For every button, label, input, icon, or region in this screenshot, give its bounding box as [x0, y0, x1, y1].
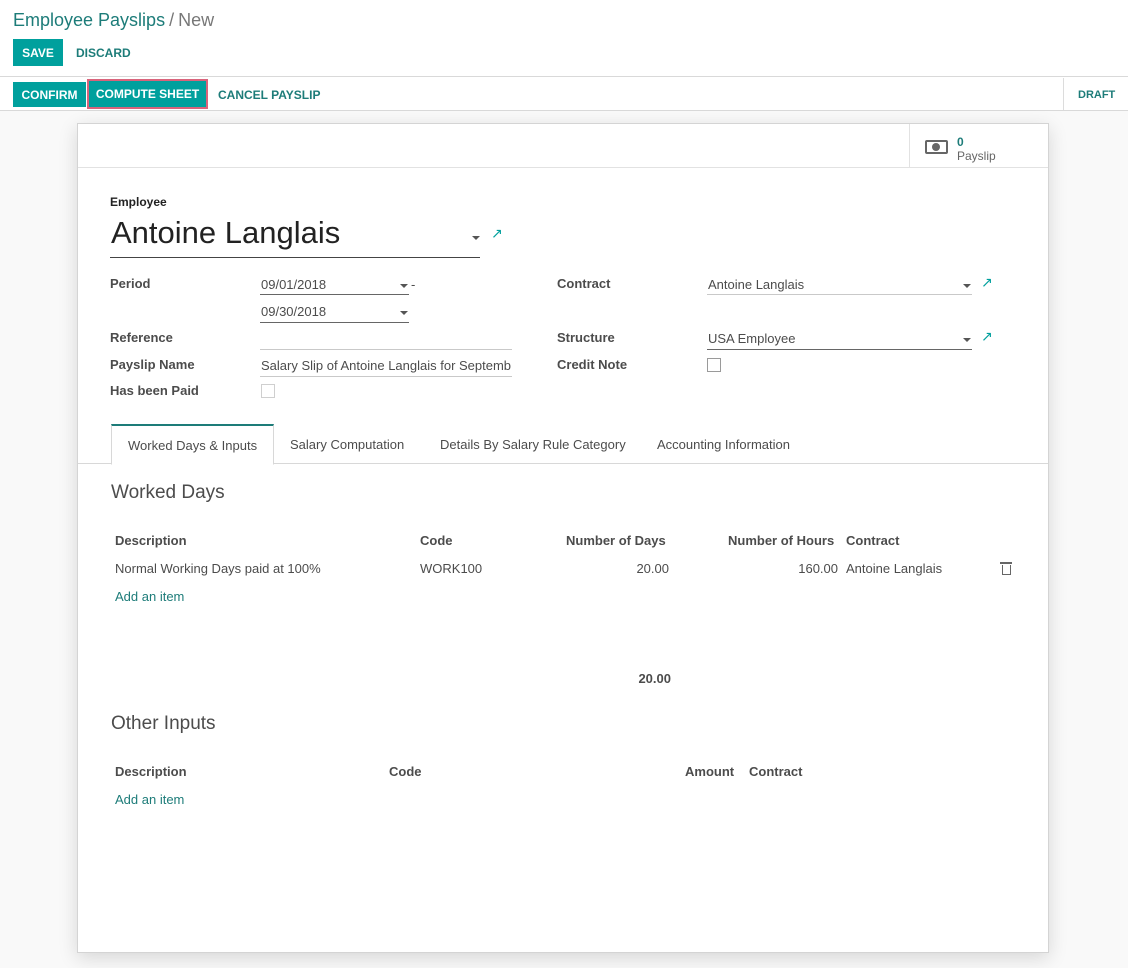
- structure-field[interactable]: USA Employee: [708, 331, 958, 346]
- employee-label: Employee: [110, 195, 167, 209]
- external-link-icon[interactable]: ↗: [981, 328, 993, 345]
- tab-accounting-information[interactable]: Accounting Information: [657, 424, 790, 464]
- column-header-code: Code: [389, 764, 422, 779]
- button-box: 0 Payslip: [78, 124, 1048, 168]
- money-icon: [925, 140, 948, 154]
- date-from-underline: [260, 294, 409, 295]
- status-bar: CONFIRM COMPUTE SHEET CANCEL PAYSLIP DRA…: [0, 78, 1128, 111]
- save-button[interactable]: SAVE: [13, 39, 63, 66]
- row-description: Normal Working Days paid at 100%: [115, 561, 321, 576]
- payslip-count-label: Payslip: [957, 149, 996, 163]
- cancel-payslip-button[interactable]: CANCEL PAYSLIP: [218, 82, 320, 107]
- status-draft[interactable]: DRAFT: [1078, 82, 1115, 107]
- trash-icon[interactable]: [1000, 562, 1012, 575]
- date-to-underline: [260, 322, 409, 323]
- column-header-code: Code: [420, 533, 453, 548]
- control-panel: Employee Payslips / New SAVE DISCARD: [0, 0, 1128, 77]
- structure-underline: [707, 349, 972, 350]
- column-header-contract: Contract: [749, 764, 803, 779]
- other-inputs-title: Other Inputs: [111, 713, 216, 734]
- total-days: 20.00: [638, 671, 671, 686]
- add-other-input-link[interactable]: Add an item: [115, 792, 184, 807]
- date-from-field[interactable]: 09/01/2018: [261, 277, 401, 292]
- payslip-count: 0: [957, 135, 964, 149]
- breadcrumb-current: New: [178, 10, 215, 30]
- column-header-contract: Contract: [846, 533, 900, 548]
- confirm-button[interactable]: CONFIRM: [13, 82, 86, 107]
- structure-label: Structure: [557, 330, 615, 345]
- status-divider: [1063, 78, 1064, 110]
- payslip-name-underline: [260, 376, 512, 377]
- chevron-down-icon[interactable]: [472, 236, 480, 240]
- chevron-down-icon[interactable]: [400, 311, 408, 315]
- contract-label: Contract: [557, 276, 611, 291]
- employee-underline: [110, 257, 480, 258]
- row-hours: 160.00: [798, 561, 838, 576]
- payslip-name-label: Payslip Name: [110, 357, 195, 372]
- column-header-description: Description: [115, 533, 187, 548]
- chevron-down-icon[interactable]: [963, 338, 971, 342]
- payslip-name-field[interactable]: Salary Slip of Antoine Langlais for Sept…: [261, 358, 512, 373]
- row-days: 20.00: [636, 561, 669, 576]
- tab-salary-computation[interactable]: Salary Computation: [290, 424, 404, 464]
- chevron-down-icon[interactable]: [963, 284, 971, 288]
- payslip-smart-button[interactable]: 0 Payslip: [909, 124, 1049, 168]
- chevron-down-icon[interactable]: [400, 284, 408, 288]
- date-separator: -: [411, 277, 416, 292]
- credit-note-label: Credit Note: [557, 357, 628, 372]
- row-code: WORK100: [420, 561, 483, 576]
- breadcrumb: Employee Payslips / New: [13, 10, 214, 31]
- column-header-amount: Amount: [685, 764, 735, 779]
- period-label: Period: [110, 276, 151, 291]
- reference-label: Reference: [110, 330, 173, 345]
- compute-sheet-button[interactable]: COMPUTE SHEET: [87, 79, 208, 109]
- tab-details-by-salary-rule-category[interactable]: Details By Salary Rule Category: [440, 424, 626, 464]
- external-link-icon[interactable]: ↗: [491, 225, 503, 242]
- reference-underline: [260, 349, 512, 350]
- credit-note-checkbox[interactable]: [707, 358, 721, 372]
- employee-field[interactable]: Antoine Langlais: [111, 215, 340, 251]
- add-worked-day-link[interactable]: Add an item: [115, 589, 184, 604]
- breadcrumb-separator: /: [169, 10, 175, 30]
- column-header-number-of-hours: Number of Hours: [728, 533, 835, 548]
- column-header-description: Description: [115, 764, 187, 779]
- worked-days-title: Worked Days: [111, 482, 225, 503]
- row-contract: Antoine Langlais: [846, 561, 943, 576]
- column-header-number-of-days: Number of Days: [566, 533, 666, 548]
- contract-underline: [707, 294, 972, 295]
- date-to-field[interactable]: 09/30/2018: [261, 304, 401, 319]
- has-been-paid-checkbox[interactable]: [261, 384, 275, 398]
- tab-worked-days-inputs[interactable]: Worked Days & Inputs: [111, 424, 275, 465]
- breadcrumb-parent-link[interactable]: Employee Payslips: [13, 10, 165, 30]
- contract-field[interactable]: Antoine Langlais: [708, 277, 958, 292]
- has-been-paid-label: Has been Paid: [110, 383, 199, 398]
- form-sheet: 0 Payslip Employee Antoine Langlais ↗ Pe…: [77, 123, 1049, 953]
- external-link-icon[interactable]: ↗: [981, 274, 993, 291]
- discard-button[interactable]: DISCARD: [76, 39, 131, 66]
- notebook-tabs: Worked Days & Inputs Salary Computation …: [78, 424, 1048, 465]
